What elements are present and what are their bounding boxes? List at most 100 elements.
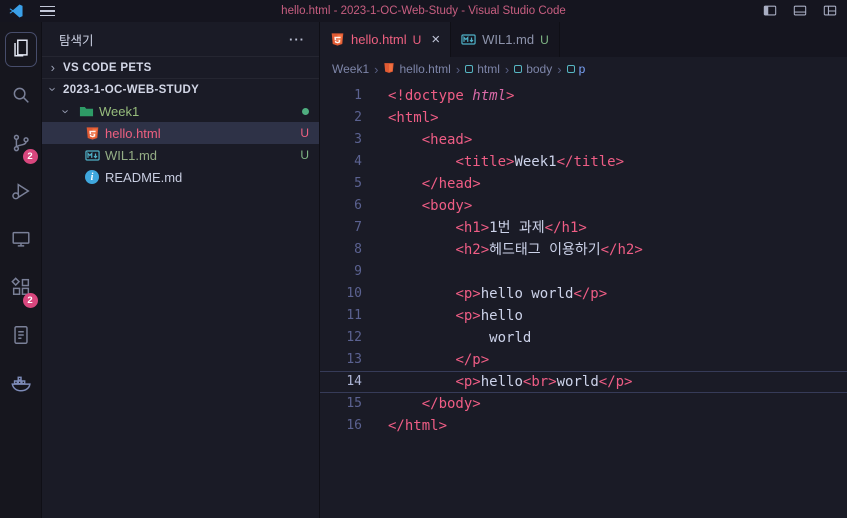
symbol-icon (566, 65, 575, 73)
section-vs-code-pets[interactable]: › VS CODE PETS (42, 56, 319, 78)
code-line[interactable]: 9 (320, 261, 847, 283)
symbol-icon (465, 65, 474, 73)
code-line[interactable]: 15 </body> (320, 393, 847, 415)
markdown-file-icon (461, 32, 476, 47)
code-text: <h1>1번 과제</h1> (455, 220, 587, 236)
toggle-panel-icon[interactable] (793, 4, 807, 18)
window-controls (763, 4, 837, 18)
activitybar-explorer[interactable] (0, 25, 42, 73)
tab-label: WIL1.md (482, 32, 535, 47)
activitybar-remote-explorer[interactable] (0, 217, 42, 265)
tree-item-label: hello.html (105, 125, 161, 141)
line-number[interactable]: 7 (320, 217, 362, 239)
line-number[interactable]: 10 (320, 283, 362, 305)
sidebar-title: 탐색기 (59, 33, 94, 48)
code-line[interactable]: 6 <body> (320, 195, 847, 217)
sidebar-header: 탐색기 ··· (42, 22, 319, 56)
search-icon (10, 84, 32, 111)
code-line[interactable]: 7 <h1>1번 과제</h1> (320, 217, 847, 239)
line-number[interactable]: 8 (320, 239, 362, 261)
vscode-logo-icon (8, 3, 24, 19)
toggle-primary-sidebar-icon[interactable] (763, 4, 777, 18)
activitybar-notes[interactable] (0, 313, 42, 361)
breadcrumb-week1[interactable]: Week1 (332, 62, 369, 76)
main-area: 2 2 탐색기 ··· › VS CODE PETS › 2023-1-OC-W… (0, 22, 847, 518)
code-text: <p>hello (455, 308, 523, 324)
code-line[interactable]: 16 </html> (320, 415, 847, 437)
breadcrumb-hello-html[interactable]: hello.html (383, 62, 451, 77)
code-line[interactable]: 11 <p>hello (320, 305, 847, 327)
line-number[interactable]: 5 (320, 173, 362, 195)
line-number[interactable]: 9 (320, 261, 362, 283)
chevron-down-icon: › (45, 87, 61, 92)
customize-layout-icon[interactable] (823, 4, 837, 18)
activitybar-run-debug[interactable] (0, 169, 42, 217)
activitybar-extensions[interactable]: 2 (0, 265, 42, 313)
code-lines: 1 <!doctype html> 2 <html> 3 <head> 4 <title>… (320, 81, 847, 518)
code-text: world (489, 330, 532, 346)
info-icon: i (85, 170, 100, 185)
git-changes-dot (302, 107, 309, 115)
line-number[interactable]: 4 (320, 151, 362, 173)
menu-icon[interactable] (40, 5, 55, 17)
vscode-window: hello.html - 2023-1-OC-Web-Study - Visua… (0, 0, 847, 518)
html-file-icon (85, 126, 100, 141)
breadcrumb-p[interactable]: p (566, 62, 585, 76)
breadcrumb-html[interactable]: html (465, 62, 500, 76)
activitybar-source-control[interactable]: 2 (0, 121, 42, 169)
line-number[interactable]: 2 (320, 107, 362, 129)
code-line[interactable]: 5 </head> (320, 173, 847, 195)
tree-item-readme-md[interactable]: i README.md (42, 166, 319, 188)
line-number[interactable]: 11 (320, 305, 362, 327)
code-line[interactable]: 1 <!doctype html> (320, 85, 847, 107)
code-line[interactable]: 10 <p>hello world</p> (320, 283, 847, 305)
code-text: </p> (455, 352, 490, 368)
line-number[interactable]: 13 (320, 349, 362, 371)
code-text: <p>hello<br>world</p> (455, 374, 633, 390)
tree-item-label: README.md (105, 169, 183, 185)
line-number[interactable]: 15 (320, 393, 362, 415)
line-number[interactable]: 6 (320, 195, 362, 217)
line-number[interactable]: 14 (320, 371, 362, 393)
html-file-icon (383, 62, 395, 77)
code-text: </head> (421, 176, 481, 192)
activity-bar: 2 2 (0, 22, 42, 518)
line-number[interactable]: 3 (320, 129, 362, 151)
markdown-file-icon (85, 148, 100, 163)
line-number[interactable]: 16 (320, 415, 362, 437)
code-line[interactable]: 8 <h2>헤드태그 이용하기</h2> (320, 239, 847, 261)
tab-hello-html[interactable]: hello.html U × (320, 22, 452, 57)
source-control-badge: 2 (22, 149, 38, 164)
code-line[interactable]: 13 </p> (320, 349, 847, 371)
git-status-badge: U (300, 126, 309, 140)
code-line[interactable]: 12 world (320, 327, 847, 349)
code-line[interactable]: 14 <p>hello<br>world</p> (320, 371, 847, 393)
more-actions-icon[interactable]: ··· (289, 32, 305, 47)
tree-item-hello-html[interactable]: hello.html U (42, 122, 319, 144)
extensions-badge: 2 (22, 293, 38, 308)
tree-item-wil1-md[interactable]: WIL1.md U (42, 144, 319, 166)
close-icon[interactable]: × (431, 31, 440, 48)
tab-wil1-md[interactable]: WIL1.md U (451, 22, 560, 57)
tree-item-week1-folder[interactable]: › Week1 (42, 100, 319, 122)
activitybar-search[interactable] (0, 73, 42, 121)
section-workspace[interactable]: › 2023-1-OC-WEB-STUDY (42, 78, 319, 100)
line-number[interactable]: 1 (320, 85, 362, 107)
code-text: </body> (421, 396, 481, 412)
title-bar: hello.html - 2023-1-OC-Web-Study - Visua… (0, 0, 847, 22)
editor-area: hello.html U × WIL1.md U Week1 › hello.h… (320, 22, 847, 518)
code-text: <html> (388, 110, 439, 126)
breadcrumb: Week1 › hello.html › html › body › p (320, 57, 847, 81)
code-text: </html> (388, 418, 448, 434)
code-line[interactable]: 2 <html> (320, 107, 847, 129)
code-line[interactable]: 3 <head> (320, 129, 847, 151)
activitybar-docker[interactable] (0, 361, 42, 409)
git-status-badge: U (300, 148, 309, 162)
tab-label: hello.html (351, 32, 407, 47)
breadcrumb-body[interactable]: body (514, 62, 552, 76)
code-line[interactable]: 4 <title>Week1</title> (320, 151, 847, 173)
line-number[interactable]: 12 (320, 327, 362, 349)
tree-item-label: Week1 (99, 103, 140, 119)
run-debug-icon (10, 180, 32, 207)
